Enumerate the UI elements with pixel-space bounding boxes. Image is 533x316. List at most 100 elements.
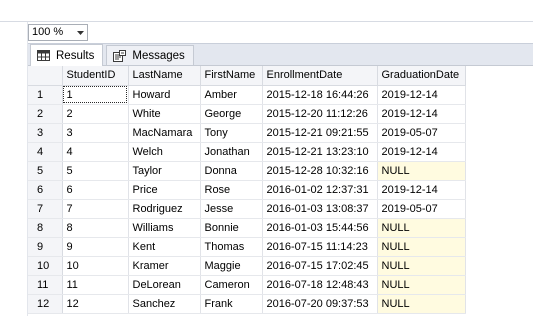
table-cell[interactable]: NULL [377,256,466,276]
tab-results[interactable]: Results [30,44,104,66]
table-cell[interactable]: 3 [62,123,129,143]
table-cell[interactable]: 2019-12-14 [377,180,466,200]
table-cell[interactable]: 2016-07-15 17:02:45 [262,256,378,276]
table-cell[interactable]: 7 [62,199,129,219]
table-cell[interactable]: 2016-07-15 11:14:23 [262,237,378,257]
row-number[interactable]: 5 [28,161,63,181]
table-cell[interactable]: 2016-07-20 09:37:53 [262,294,378,314]
zoom-select[interactable]: 100 % [28,24,88,41]
row-number[interactable]: 10 [28,256,63,276]
table-cell[interactable]: Taylor [128,161,201,181]
table-cell[interactable]: NULL [377,237,466,257]
row-number[interactable]: 6 [28,180,63,200]
table-row[interactable]: 11 11 DeLorean Cameron 2016-07-18 12:48:43 NU… [28,275,466,295]
table-cell[interactable]: 2015-12-21 09:21:55 [262,123,378,143]
tab-messages[interactable]: Messages [106,45,194,65]
table-cell[interactable]: 2019-12-14 [377,85,466,105]
table-cell[interactable]: 9 [62,237,129,257]
table-cell[interactable]: Williams [128,218,201,238]
table-cell[interactable]: NULL [377,275,466,295]
table-cell[interactable]: 10 [62,256,129,276]
table-cell[interactable]: Jonathan [200,142,263,162]
table-cell[interactable]: 11 [62,275,129,295]
column-header[interactable]: FirstName [200,66,263,86]
table-cell[interactable]: MacNamara [128,123,201,143]
table-cell[interactable]: 2016-01-03 15:44:56 [262,218,378,238]
table-cell[interactable]: White [128,104,201,124]
row-number[interactable]: 9 [28,237,63,257]
table-row[interactable]: 2 2 White George 2015-12-20 11:12:26 2019-12-… [28,104,466,124]
table-cell[interactable]: 2015-12-21 13:23:10 [262,142,378,162]
table-cell[interactable]: NULL [377,161,466,181]
table-cell[interactable]: NULL [377,218,466,238]
tab-results-label: Results [56,49,95,62]
table-row[interactable]: 3 3 MacNamara Tony 2015-12-21 09:21:55 2019-0… [28,123,466,143]
table-row[interactable]: 9 9 Kent Thomas 2016-07-15 11:14:23 NULL [28,237,466,257]
table-cell[interactable]: Jesse [200,199,263,219]
table-cell[interactable]: 1 [62,85,129,105]
table-cell[interactable]: Kent [128,237,201,257]
table-cell[interactable]: Rose [200,180,263,200]
table-cell[interactable]: 2019-05-07 [377,123,466,143]
table-cell[interactable]: 12 [62,294,129,314]
table-cell[interactable]: Sanchez [128,294,201,314]
table-row[interactable]: 6 6 Price Rose 2016-01-02 12:37:31 2019-12-14 [28,180,466,200]
table-row[interactable]: 7 7 Rodriguez Jesse 2016-01-03 13:08:37 2019-… [28,199,466,219]
editor-top-strip [0,0,533,22]
grid-corner[interactable] [28,66,63,86]
row-number[interactable]: 12 [28,294,63,314]
results-pane: Results Messages StudentID LastName Firs… [28,43,533,316]
row-number[interactable]: 8 [28,218,63,238]
table-row[interactable]: 8 8 Williams Bonnie 2016-01-03 15:44:56 NULL [28,218,466,238]
table-cell[interactable]: 2015-12-28 10:32:16 [262,161,378,181]
table-row[interactable]: 4 4 Welch Jonathan 2015-12-21 13:23:10 2019-1… [28,142,466,162]
messages-icon [113,49,127,62]
column-header[interactable]: StudentID [62,66,129,86]
table-cell[interactable]: Frank [200,294,263,314]
row-number[interactable]: 1 [28,85,63,105]
table-cell[interactable]: NULL [377,294,466,314]
row-number[interactable]: 2 [28,104,63,124]
column-header[interactable]: GraduationDate [377,66,466,86]
results-grid[interactable]: StudentID LastName FirstName EnrollmentD… [28,66,533,316]
table-row[interactable]: 12 12 Sanchez Frank 2016-07-20 09:37:53 NULL [28,294,466,314]
header-row: StudentID LastName FirstName EnrollmentD… [28,66,466,86]
table-cell[interactable]: 2015-12-20 11:12:26 [262,104,378,124]
column-header[interactable]: EnrollmentDate [262,66,378,86]
table-cell[interactable]: George [200,104,263,124]
row-number[interactable]: 11 [28,275,63,295]
table-cell[interactable]: Bonnie [200,218,263,238]
table-cell[interactable]: DeLorean [128,275,201,295]
table-cell[interactable]: Thomas [200,237,263,257]
table-row[interactable]: 1 1 Howard Amber 2015-12-18 16:44:26 2019-12-… [28,85,466,105]
table-cell[interactable]: 2019-12-14 [377,104,466,124]
table-cell[interactable]: Cameron [200,275,263,295]
table-cell[interactable]: 8 [62,218,129,238]
table-cell[interactable]: Price [128,180,201,200]
row-number[interactable]: 3 [28,123,63,143]
table-cell[interactable]: 2019-12-14 [377,142,466,162]
table-cell[interactable]: Tony [200,123,263,143]
table-cell[interactable]: Donna [200,161,263,181]
table-cell[interactable]: 2016-01-02 12:37:31 [262,180,378,200]
table-cell[interactable]: 2016-01-03 13:08:37 [262,199,378,219]
table-cell[interactable]: Kramer [128,256,201,276]
table-cell[interactable]: Maggie [200,256,263,276]
table-row[interactable]: 10 10 Kramer Maggie 2016-07-15 17:02:45 NULL [28,256,466,276]
table-cell[interactable]: 5 [62,161,129,181]
row-number[interactable]: 4 [28,142,63,162]
table-cell[interactable]: 2015-12-18 16:44:26 [262,85,378,105]
table-cell[interactable]: Howard [128,85,201,105]
table-cell[interactable]: 2 [62,104,129,124]
table-cell[interactable]: 2019-05-07 [377,199,466,219]
column-header[interactable]: LastName [128,66,201,86]
table-cell[interactable]: Welch [128,142,201,162]
table-cell[interactable]: Rodriguez [128,199,201,219]
chevron-down-icon[interactable] [73,25,87,40]
table-row[interactable]: 5 5 Taylor Donna 2015-12-28 10:32:16 NULL [28,161,466,181]
table-cell[interactable]: 6 [62,180,129,200]
row-number[interactable]: 7 [28,199,63,219]
table-cell[interactable]: Amber [200,85,263,105]
table-cell[interactable]: 2016-07-18 12:48:43 [262,275,378,295]
table-cell[interactable]: 4 [62,142,129,162]
